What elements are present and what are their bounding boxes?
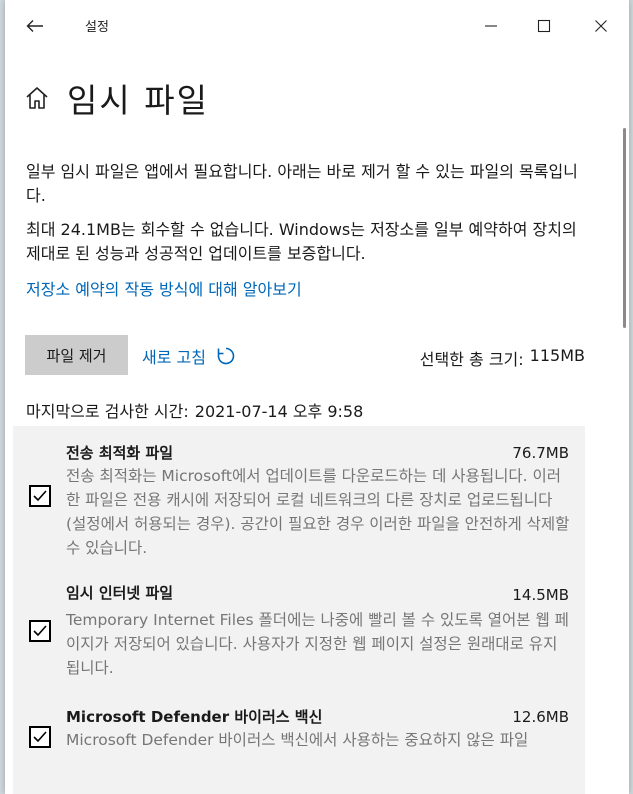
list-item-temporary-internet-files[interactable]: 임시 인터넷 파일 14.5MB Temporary Internet File… [13, 566, 585, 686]
page-header: 임시 파일 [23, 74, 209, 122]
item-size: 14.5MB [512, 586, 569, 604]
list-item-defender-antivirus[interactable]: Microsoft Defender 바이러스 백신 12.6MB Micros… [13, 686, 585, 794]
checkmark-icon [33, 731, 47, 743]
total-size-value: 115MB [529, 346, 585, 365]
remove-files-button[interactable]: 파일 제거 [25, 335, 128, 375]
page-description: 일부 임시 파일은 앱에서 필요합니다. 아래는 바로 제거 할 수 있는 파일… [26, 162, 578, 205]
item-checkbox[interactable] [29, 726, 51, 748]
item-size: 12.6MB [512, 708, 569, 726]
settings-window: 설정 임시 파일 일부 임시 파일은 앱에서 필요합니다. 아래는 바로 제거 … [5, 0, 629, 794]
list-item-delivery-optimization[interactable]: 전송 최적화 파일 76.7MB 전송 최적화는 Microsoft에서 업데이… [13, 426, 585, 566]
back-arrow-icon [26, 20, 43, 32]
item-checkbox[interactable] [29, 620, 51, 642]
page-title: 임시 파일 [67, 81, 209, 120]
item-description: Temporary Internet Files 폴더에는 나중에 빨리 볼 수… [66, 611, 569, 677]
maximize-icon [537, 19, 551, 33]
item-title: 임시 인터넷 파일 [66, 584, 174, 602]
checkmark-icon [33, 490, 47, 502]
item-description: Microsoft Defender 바이러스 백신에서 사용하는 중요하지 않… [66, 731, 529, 749]
item-size: 76.7MB [512, 444, 569, 462]
item-checkbox[interactable] [29, 485, 51, 507]
scrollbar[interactable] [623, 128, 626, 328]
item-title: 전송 최적화 파일 [66, 444, 174, 462]
refresh-link[interactable]: 새로 고침 [142, 344, 236, 368]
refresh-label: 새로 고침 [142, 348, 206, 367]
last-scan-value: 2021-07-14 오후 9:58 [194, 402, 364, 421]
reserved-storage-note: 최대 24.1MB는 회수할 수 없습니다. Windows는 저장소를 일부 … [26, 220, 577, 263]
maximize-button[interactable] [528, 10, 560, 42]
minimize-icon [485, 25, 497, 27]
total-selected-size: 선택한 총 크기: 115MB [420, 346, 585, 370]
item-description: 전송 최적화는 Microsoft에서 업데이트를 다운로드하는 데 사용됩니다… [66, 467, 570, 557]
last-scan-label: 마지막으로 검사한 시간: [26, 402, 189, 421]
item-title: Microsoft Defender 바이러스 백신 [66, 708, 323, 726]
minimize-button[interactable] [475, 10, 507, 42]
temp-file-list: 전송 최적화 파일 76.7MB 전송 최적화는 Microsoft에서 업데이… [13, 426, 585, 794]
back-button[interactable] [21, 12, 49, 40]
last-scanned: 마지막으로 검사한 시간: 2021-07-14 오후 9:58 [26, 398, 363, 422]
title-bar: 설정 [5, 0, 629, 52]
close-button[interactable] [585, 10, 617, 42]
refresh-icon [217, 347, 235, 365]
app-title: 설정 [85, 20, 109, 35]
close-icon [595, 20, 607, 32]
learn-more-link[interactable]: 저장소 예약의 작동 방식에 대해 알아보기 [26, 276, 302, 300]
total-size-label: 선택한 총 크기: [419, 350, 524, 369]
home-icon [26, 87, 48, 109]
checkmark-icon [33, 625, 47, 637]
